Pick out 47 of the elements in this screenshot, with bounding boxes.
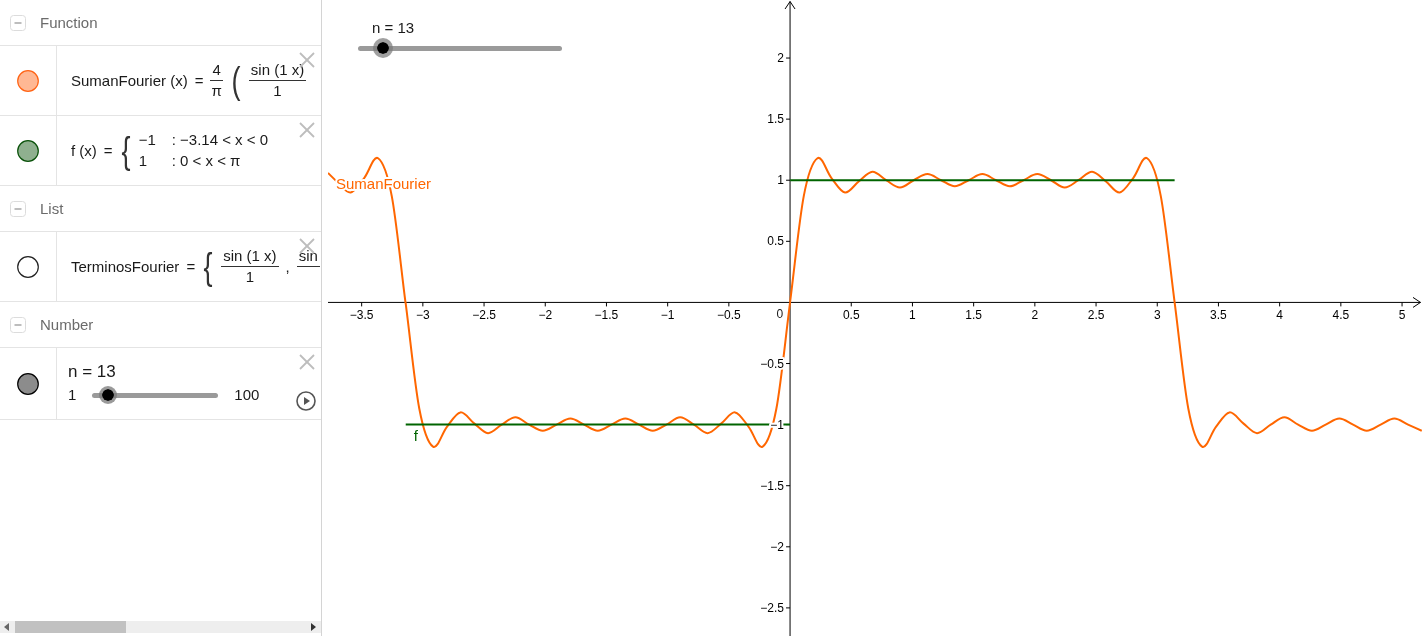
left-arrow-icon[interactable] [4,623,9,631]
tick-label: 2.5 [1087,308,1105,323]
tick-label: 2 [1031,308,1039,323]
scrollbar-thumb[interactable] [15,621,126,633]
slider-max-label: 100 [234,387,260,404]
tick-label: −3.5 [349,308,374,323]
slider-thumb[interactable] [372,38,393,58]
tick-label: −2 [770,539,785,554]
group-title: List [40,200,64,217]
tick-label: −1.5 [594,308,619,323]
tick-label: 3.5 [1210,308,1227,323]
curve-label: f [413,426,418,444]
group-title: Function [40,14,98,31]
tick-label: −0.5 [717,308,741,323]
play-icon[interactable] [296,391,316,411]
visibility-circle-icon[interactable] [17,139,39,162]
tick-label: 0.5 [842,308,860,323]
scrollbar-track[interactable] [0,621,321,633]
tick-label: 4.5 [1332,308,1350,323]
tick-label: −2.5 [472,308,496,323]
tick-label: 4 [1276,308,1283,323]
tick-label: −2.5 [760,600,785,615]
tick-label: −1 [660,308,675,323]
tick-label: −2 [538,308,553,323]
visibility-circle-icon[interactable] [17,255,39,278]
tick-label: 1 [909,308,916,323]
tick-label: −3 [416,308,430,323]
formula: f (x) = { −1 : −3.14 < x < 0 1 : 0 < x < π [71,130,269,171]
tick-label: 1.5 [965,308,982,323]
right-arrow-icon[interactable] [311,623,316,631]
visibility-circle-icon[interactable] [17,372,39,395]
tick-label: −1.5 [760,478,785,493]
group-title: Number [40,316,94,333]
slider-track[interactable] [358,38,562,58]
tick-label: 1 [777,173,785,188]
tick-label: 0.5 [767,234,785,249]
slider-caption: n = 13 [68,362,116,382]
tick-label: 5 [1398,308,1406,323]
tick-label: 2 [777,51,785,66]
slider-min-label: 1 [68,387,77,404]
tick-label: 3 [1153,308,1161,323]
origin-label: 0 [776,307,784,321]
tick-label: 1.5 [767,112,785,127]
tick-label: −1 [770,417,785,432]
slider-track[interactable] [92,386,219,405]
slider-thumb[interactable] [98,386,117,405]
slider-caption: n = 13 [372,19,416,37]
